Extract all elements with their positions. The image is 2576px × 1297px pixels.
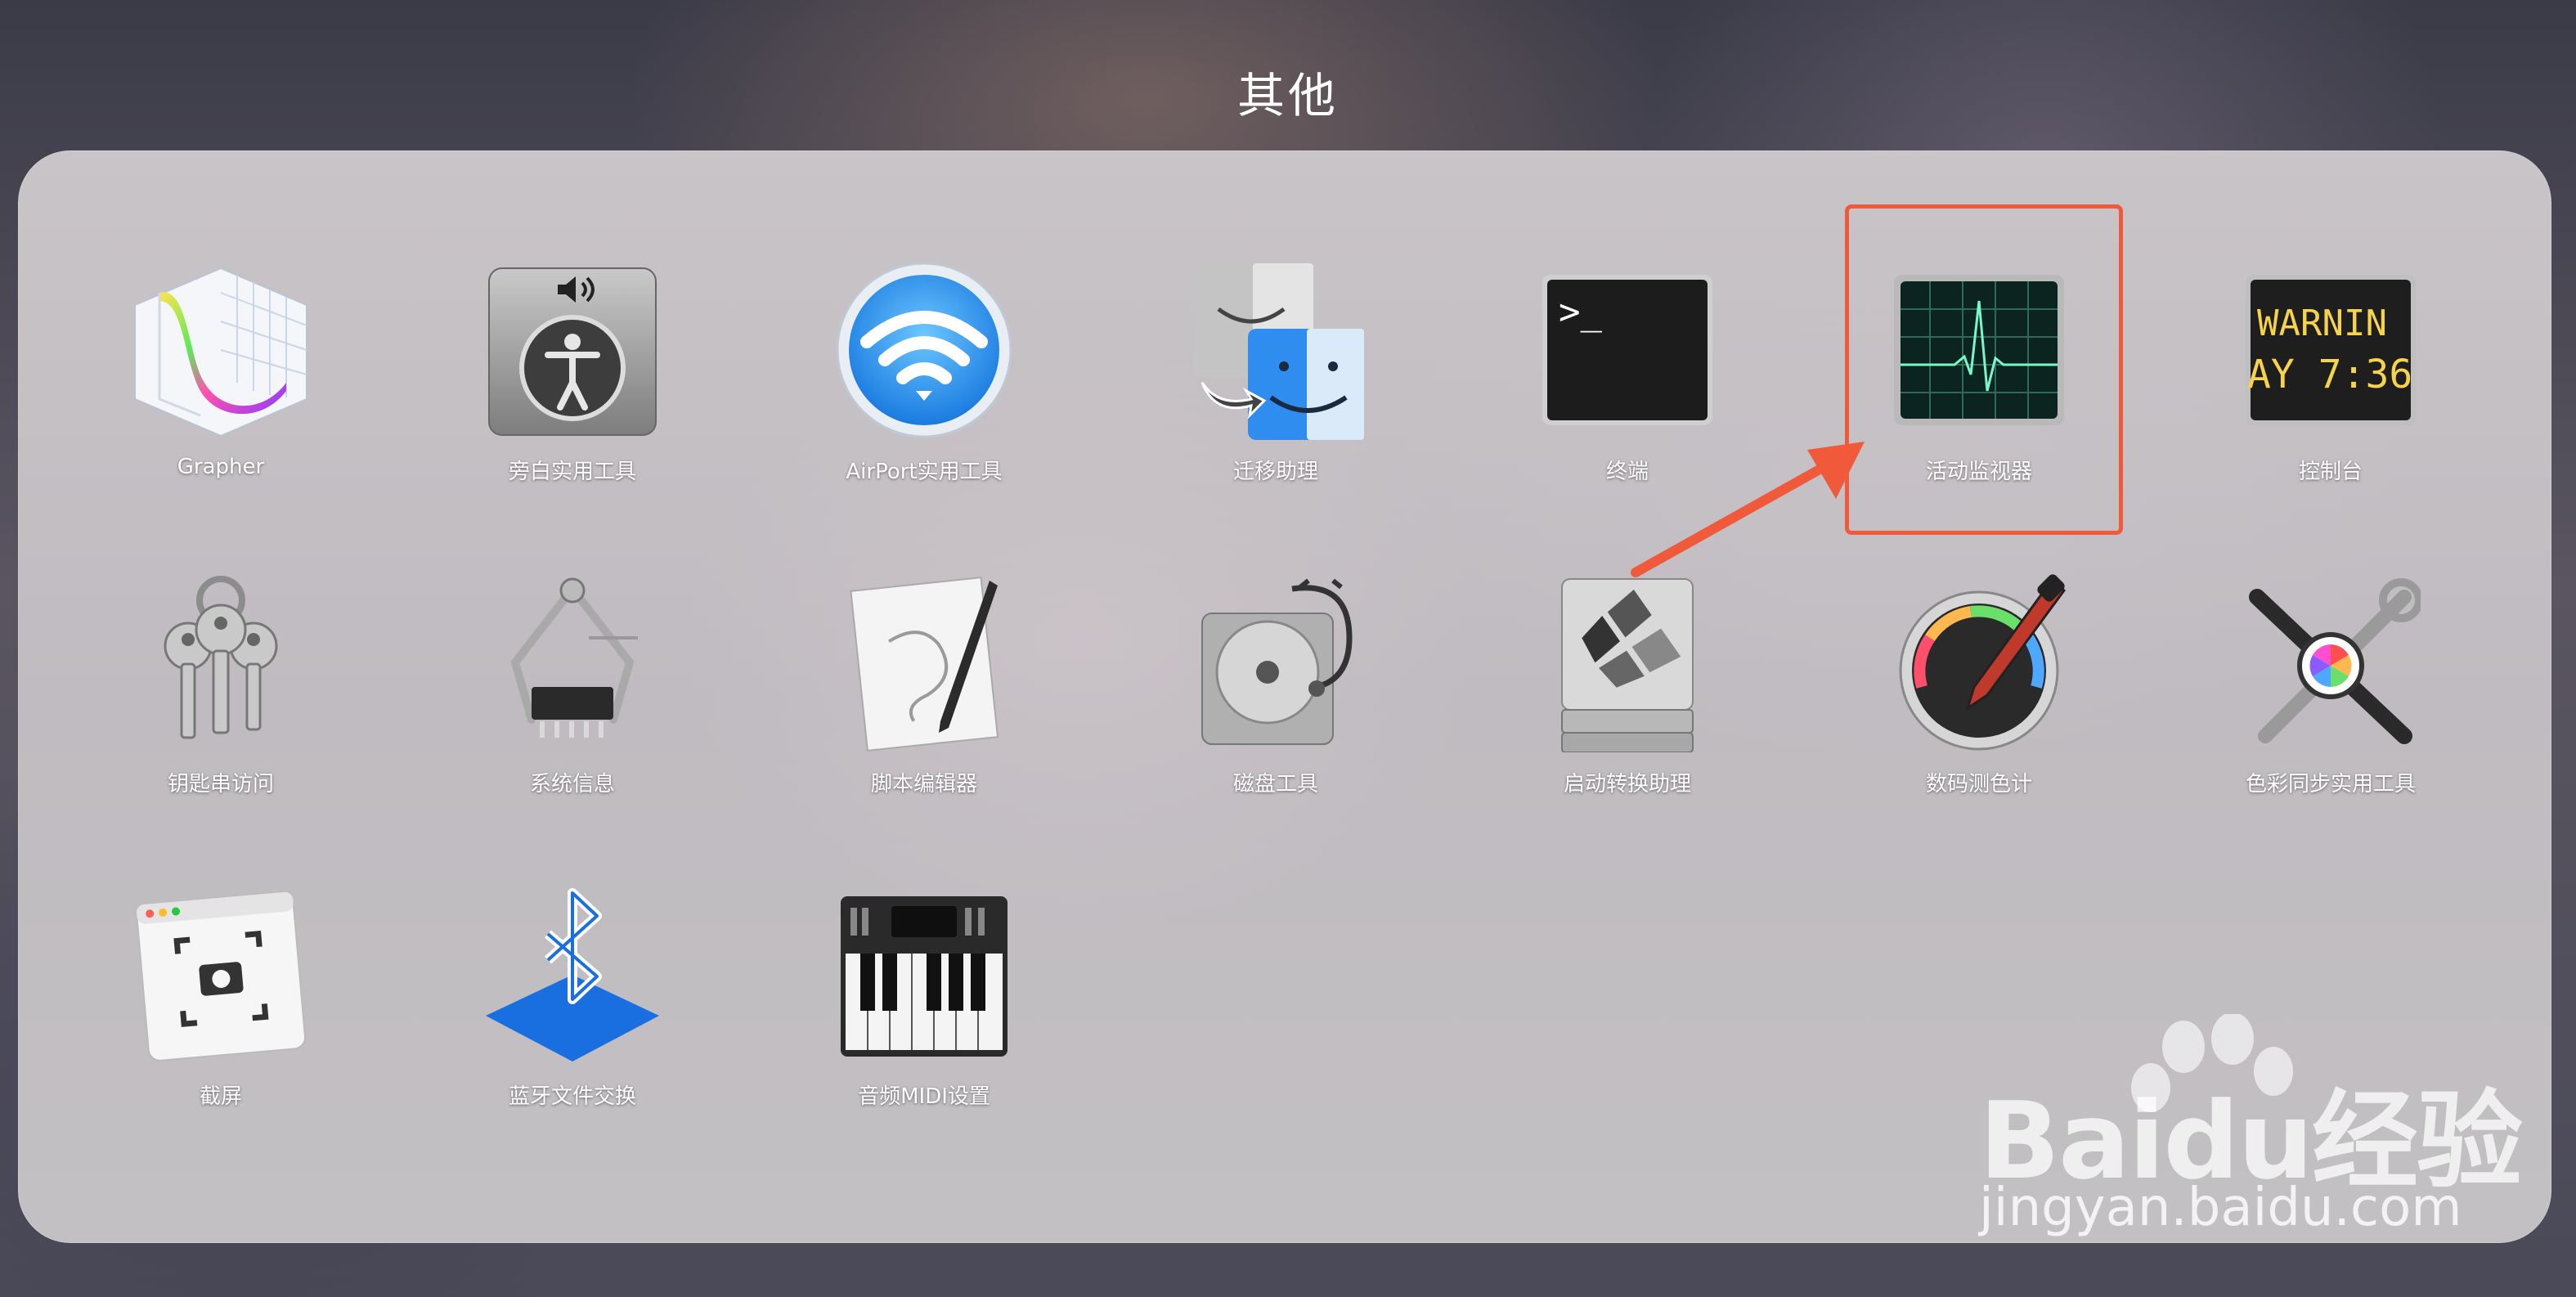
console-icon: WARNIN AY 7:36 bbox=[2246, 275, 2416, 425]
app-label: 迁移助理 bbox=[1232, 460, 1318, 484]
migration-assistant-icon bbox=[1192, 263, 1364, 440]
app-disk-utility[interactable]: 磁盘工具 bbox=[1120, 572, 1431, 842]
bluetooth-file-exchange-icon bbox=[486, 888, 659, 1061]
terminal-prompt-text: >_ bbox=[1559, 291, 1602, 333]
voiceover-utility-icon bbox=[488, 267, 657, 436]
app-voiceover-utility[interactable]: 旁白实用工具 bbox=[417, 260, 728, 530]
app-label: 数码测色计 bbox=[1925, 772, 2032, 797]
app-label: 控制台 bbox=[2298, 460, 2363, 484]
console-line-1: WARNIN bbox=[2257, 303, 2387, 344]
boot-camp-assistant-icon bbox=[1561, 578, 1694, 752]
keychain-access-icon bbox=[164, 576, 278, 739]
app-grapher[interactable]: Grapher bbox=[65, 260, 376, 530]
app-system-information[interactable]: 系统信息 bbox=[417, 572, 728, 842]
app-label: 脚本编辑器 bbox=[870, 772, 977, 797]
app-boot-camp-assistant[interactable]: 启动转换助理 bbox=[1472, 572, 1783, 842]
script-editor-icon bbox=[850, 577, 999, 752]
app-label: AirPort实用工具 bbox=[846, 460, 1003, 484]
colorsync-utility-icon bbox=[2249, 578, 2421, 744]
airport-utility-icon bbox=[836, 262, 1012, 438]
app-label: 蓝牙文件交换 bbox=[508, 1084, 636, 1109]
digital-color-meter-icon bbox=[1899, 574, 2066, 751]
audio-midi-setup-icon bbox=[841, 896, 1008, 1057]
app-colorsync-utility[interactable]: 色彩同步实用工具 bbox=[2175, 572, 2486, 842]
app-audio-midi-setup[interactable]: 音频MIDI设置 bbox=[769, 885, 1079, 1155]
app-label: 音频MIDI设置 bbox=[858, 1084, 990, 1109]
app-keychain-access[interactable]: 钥匙串访问 bbox=[65, 572, 376, 842]
app-label: Grapher bbox=[177, 455, 265, 479]
screenshot-icon bbox=[136, 891, 307, 1061]
app-label: 系统信息 bbox=[529, 772, 615, 797]
app-label: 旁白实用工具 bbox=[508, 460, 636, 484]
app-digital-color-meter[interactable]: 数码测色计 bbox=[1824, 572, 2134, 842]
app-console[interactable]: WARNIN AY 7:36 控制台 bbox=[2175, 260, 2486, 530]
app-label: 钥匙串访问 bbox=[167, 772, 274, 797]
terminal-icon: >_ bbox=[1542, 275, 1712, 425]
watermark-url: jingyan.baidu.com bbox=[1979, 1178, 2462, 1238]
annotation-arrow bbox=[1631, 442, 1865, 577]
app-airport-utility[interactable]: AirPort实用工具 bbox=[769, 260, 1079, 530]
app-screenshot[interactable]: 截屏 bbox=[65, 885, 376, 1155]
app-label: 截屏 bbox=[199, 1084, 242, 1109]
app-migration-assistant[interactable]: 迁移助理 bbox=[1120, 260, 1431, 530]
grapher-icon bbox=[134, 267, 307, 438]
app-label: 磁盘工具 bbox=[1232, 772, 1318, 797]
console-line-2: AY 7:36 bbox=[2247, 352, 2412, 397]
app-label: 启动转换助理 bbox=[1563, 772, 1691, 797]
activity-monitor-icon bbox=[1894, 275, 2064, 425]
system-information-icon bbox=[510, 577, 638, 738]
disk-utility-icon bbox=[1201, 578, 1353, 745]
app-bluetooth-file-exchange[interactable]: 蓝牙文件交换 bbox=[417, 885, 728, 1155]
app-label: 色彩同步实用工具 bbox=[2245, 772, 2416, 797]
app-script-editor[interactable]: 脚本编辑器 bbox=[769, 572, 1079, 842]
folder-title: 其他 bbox=[1236, 68, 1339, 123]
